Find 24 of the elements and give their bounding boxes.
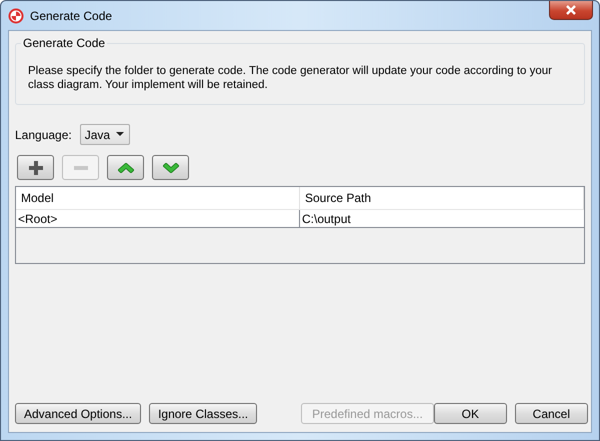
window-title: Generate Code (30, 8, 112, 22)
dialog-button[interactable]: Ignore Classes... (149, 403, 258, 424)
close-button[interactable] (549, 1, 593, 20)
group-title: Generate Code (21, 36, 108, 50)
down-chevron-icon (162, 162, 178, 172)
table-cell: <Root> (16, 210, 300, 227)
language-label: Language: (15, 128, 72, 142)
close-icon (565, 5, 577, 15)
column-header[interactable]: Model (16, 187, 300, 209)
ok-button[interactable]: OK (434, 403, 507, 424)
caret-icon (116, 132, 124, 137)
cancel-button[interactable]: Cancel (514, 403, 588, 424)
description-text: Please specify the folder to generate code. The code generator will update your code according to your class diagram. Your implement will be retained. (28, 64, 554, 92)
dialog-button[interactable]: Advanced Options... (15, 403, 142, 424)
plus-icon (28, 160, 42, 174)
up-chevron-icon (118, 162, 134, 172)
move-up-button[interactable] (107, 155, 144, 180)
minus-icon (74, 166, 88, 170)
language-dropdown[interactable]: Java (80, 124, 130, 145)
column-header[interactable]: Source Path (300, 187, 584, 209)
add-button[interactable] (17, 155, 54, 180)
app-logo-icon (8, 8, 24, 24)
table-cell-text: C:\output (301, 210, 352, 227)
move-down-button[interactable] (152, 155, 189, 180)
